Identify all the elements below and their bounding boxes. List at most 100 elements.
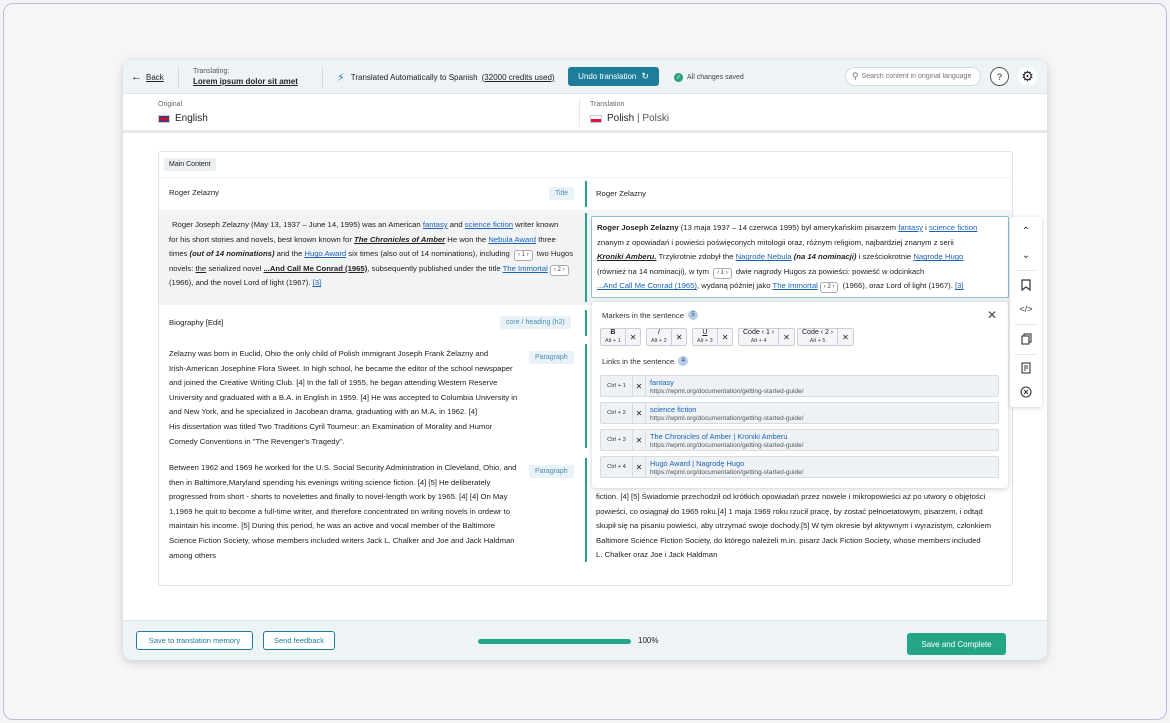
cancel-circle-icon[interactable] (1018, 384, 1034, 400)
credits-used-link[interactable]: (32000 credits used) (482, 73, 555, 82)
back-label: Back (146, 72, 164, 82)
type-tag: Paragraph (529, 465, 574, 478)
translating-info: Translating: Lorem ipsum dolor sit amet (193, 60, 298, 94)
remove-icon[interactable]: ✕ (632, 376, 646, 396)
question-icon: ? (996, 71, 1002, 82)
link-science-fiction[interactable]: science fiction (465, 220, 513, 229)
status-bar (585, 213, 587, 302)
undo-icon: ↻ (641, 71, 649, 81)
count-badge: 5 (688, 310, 699, 320)
send-feedback-button[interactable]: Send feedback (263, 631, 335, 650)
link-nebula-award[interactable]: Nebula Award (488, 235, 536, 244)
lightning-icon: ⚡︎ (337, 71, 345, 84)
paragraph-1-source: Roger Joseph Zelazny (May 13, 1937 – Jun… (169, 220, 574, 288)
remove-icon[interactable]: ✕ (632, 430, 646, 450)
translation-language: Translation Polish | Polski (590, 101, 669, 124)
type-tag: Paragraph (529, 351, 574, 364)
remove-icon[interactable]: ✕ (716, 329, 733, 345)
link-item[interactable]: Ctrl + 4 ✕ Hugo Award | Nagrodę Hugo http… (600, 456, 999, 478)
translating-label: Translating: (193, 68, 230, 75)
save-status: ✓ All changes saved (674, 60, 744, 94)
marker-italic[interactable]: I Alt + 2 ✕ (646, 328, 688, 346)
side-toolbar: ⌃ ⌄ </> (1010, 217, 1042, 407)
chevron-down-icon[interactable]: ⌄ (1018, 247, 1034, 263)
document-title-link[interactable]: Lorem ipsum dolor sit amet (193, 77, 298, 86)
document-edit-icon[interactable] (1018, 360, 1034, 376)
close-icon[interactable]: ✕ (987, 308, 997, 322)
marker-code-2[interactable]: Code ‹ 2 › Alt + 5 ✕ (797, 328, 854, 346)
save-and-complete-button[interactable]: Save and Complete (907, 633, 1006, 655)
uk-flag-icon (158, 114, 170, 123)
remove-icon[interactable]: ✕ (837, 329, 853, 345)
status-bar (585, 310, 587, 336)
divider (1015, 354, 1037, 355)
marker-underline[interactable]: U Alt + 3 ✕ (692, 328, 734, 346)
top-bar: ← Back Translating: Lorem ipsum dolor si… (123, 60, 1047, 94)
link-nagrode-hugo[interactable]: Nagrodę Hugo (913, 252, 963, 261)
chevron-up-icon[interactable]: ⌃ (1018, 223, 1034, 239)
copy-icon[interactable] (1018, 331, 1034, 347)
poland-flag-icon (590, 114, 602, 123)
progress-text: 100% (638, 636, 659, 645)
link-hugo-award[interactable]: Hugo Award (304, 249, 346, 258)
search-box: ⚲ (845, 67, 981, 86)
help-button[interactable]: ? (990, 67, 1009, 86)
auto-translation-info: ⚡︎ Translated Automatically to Spanish (… (337, 60, 555, 94)
original-caption: Original (158, 101, 183, 108)
link-item[interactable]: Ctrl + 3 ✕ The Chronicles of Amber | Kro… (600, 429, 999, 451)
link-the-immortal[interactable]: The Immortal (773, 281, 818, 290)
link-item[interactable]: Ctrl + 2 ✕ science fiction https://wpml.o… (600, 402, 999, 424)
code-chip: ‹ 2 › (549, 264, 569, 276)
paragraph-2-source: Zelazny was born in Euclid, Ohio the onl… (169, 349, 518, 446)
language-bar: Original English Translation Polish | Po… (123, 95, 1047, 133)
markers-links-popup: Markers in the sentence 5 ✕ B Alt + 1 ✕ IA… (592, 302, 1008, 488)
link-fantasy[interactable]: fantasy (423, 220, 448, 229)
link-and-call-me-conrad[interactable]: ...And Call Me Conrad (1965) (597, 281, 697, 290)
save-to-memory-button[interactable]: Save to translation memory (136, 631, 253, 650)
remove-icon[interactable]: ✕ (670, 329, 687, 345)
original-language-name: English (175, 113, 208, 124)
title-target[interactable]: Roger Zelazny (596, 187, 646, 202)
progress-bar (478, 639, 631, 644)
bookmark-icon[interactable] (1018, 277, 1034, 293)
settings-button[interactable]: ⚙ (1018, 67, 1037, 86)
divider (322, 66, 323, 88)
progress-fill (478, 639, 631, 644)
link-science-fiction[interactable]: science fiction (929, 223, 977, 232)
marker-code-1[interactable]: Code ‹ 1 › Alt + 4 ✕ (738, 328, 795, 346)
remove-icon[interactable]: ✕ (778, 329, 794, 345)
undo-translation-button[interactable]: Undo translation ↻ (568, 67, 659, 86)
title-row[interactable]: Roger Zelazny Title Roger Zelazny (159, 177, 1012, 209)
translation-editor[interactable]: Roger Joseph Zelazny (13 maja 1937 – 14 … (591, 216, 1009, 298)
link-item[interactable]: Ctrl + 1 ✕ fantasy https://wpml.org/docum… (600, 375, 999, 397)
count-badge: 4 (678, 356, 689, 366)
translation-caption: Translation (590, 101, 625, 108)
ref-link[interactable]: [3] (955, 281, 964, 290)
search-input[interactable] (861, 73, 972, 80)
link-fantasy[interactable]: fantasy (898, 223, 923, 232)
remove-icon[interactable]: ✕ (632, 457, 646, 477)
code-chip: ‹ 2 › (819, 282, 839, 294)
paragraph-3-target[interactable]: fiction. [4] [5] Świadomie przechodził o… (596, 490, 1006, 563)
marker-bold[interactable]: B Alt + 1 ✕ (600, 328, 642, 346)
title-source: Roger Zelazny (169, 188, 219, 197)
status-bar (585, 458, 587, 562)
markers-heading: Markers in the sentence 5 (602, 310, 699, 320)
status-bar (585, 344, 587, 448)
divider (579, 99, 580, 127)
link-nagrode-nebula[interactable]: Nagrodę Nebula (736, 252, 792, 261)
search-icon: ⚲ (852, 71, 859, 81)
translation-language-name: Polish (607, 113, 635, 124)
back-button[interactable]: ← Back (131, 60, 164, 94)
ref-link[interactable]: [3] (313, 278, 322, 287)
divider (178, 66, 179, 88)
link-the-immortal[interactable]: The Immortal (503, 264, 548, 273)
remove-icon[interactable]: ✕ (632, 403, 646, 423)
code-chip: ‹ 1 › (513, 250, 533, 262)
code-chip: ‹ 1 › (713, 267, 732, 279)
type-tag: core / heading (h2) (500, 316, 571, 329)
save-status-text: All changes saved (687, 73, 744, 81)
remove-icon[interactable]: ✕ (624, 329, 641, 345)
section-tag: Main Content (164, 158, 216, 171)
code-icon[interactable]: </> (1018, 301, 1034, 317)
